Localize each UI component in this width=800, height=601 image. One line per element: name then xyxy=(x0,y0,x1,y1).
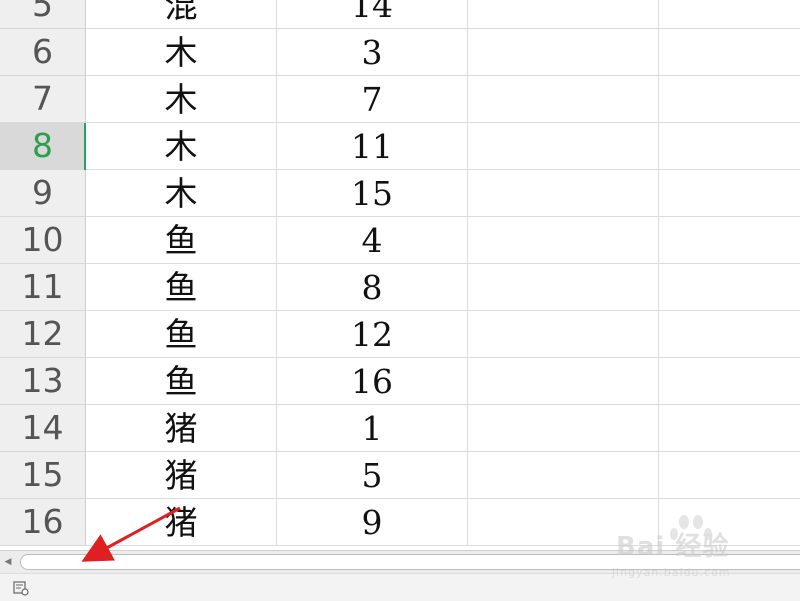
cell-col-a[interactable]: 猪 xyxy=(86,405,277,452)
cell-col-b[interactable]: 4 xyxy=(277,217,468,264)
cell-col-a[interactable]: 鱼 xyxy=(86,358,277,405)
table-row: 10 鱼 4 xyxy=(0,217,800,264)
spreadsheet-grid: 5 混 14 6 木 3 7 木 7 8 木 11 9 木 15 10 鱼 4 11 鱼 8 12 鱼 12 13 鱼 16 14 猪 1… xyxy=(0,0,800,550)
row-header[interactable]: 12 xyxy=(0,311,86,358)
row-header[interactable]: 8 xyxy=(0,123,86,170)
cell-col-a[interactable]: 猪 xyxy=(86,452,277,499)
cell-col-d[interactable] xyxy=(659,358,800,405)
row-header[interactable]: 14 xyxy=(0,405,86,452)
cell-col-c[interactable] xyxy=(468,217,659,264)
row-header[interactable]: 11 xyxy=(0,264,86,311)
watermark-url: jingyan.baidu.com xyxy=(612,566,731,579)
row-header[interactable]: 16 xyxy=(0,499,86,546)
table-row: 11 鱼 8 xyxy=(0,264,800,311)
table-row: 6木3 xyxy=(0,29,800,76)
cell-col-d[interactable] xyxy=(659,0,800,29)
table-row: 15 猪 5 xyxy=(0,452,800,499)
cell-col-a[interactable]: 木 xyxy=(86,123,277,170)
cell-col-d[interactable] xyxy=(659,217,800,264)
row-header[interactable]: 13 xyxy=(0,358,86,405)
cell-col-a[interactable]: 混 xyxy=(86,0,277,29)
table-row: 7木7 xyxy=(0,76,800,123)
cell-col-c[interactable] xyxy=(468,452,659,499)
scroll-left-arrow-icon[interactable]: ◀ xyxy=(2,555,14,569)
cell-col-d[interactable] xyxy=(659,170,800,217)
row-header[interactable]: 15 xyxy=(0,452,86,499)
cell-col-d[interactable] xyxy=(659,76,800,123)
table-row: 9 木 15 xyxy=(0,170,800,217)
cell-col-b[interactable]: 14 xyxy=(277,0,468,29)
cell-col-c[interactable] xyxy=(468,405,659,452)
cell-col-a[interactable]: 鱼 xyxy=(86,264,277,311)
macro-record-icon[interactable] xyxy=(12,579,30,597)
baidu-jingyan-watermark: Bai 经验 jingyan.baidu.com xyxy=(612,512,792,584)
cell-col-d[interactable] xyxy=(659,264,800,311)
cell-col-a[interactable]: 鱼 xyxy=(86,217,277,264)
cell-col-a[interactable]: 木 xyxy=(86,29,277,76)
cell-col-a[interactable]: 猪 xyxy=(86,499,277,546)
cell-col-d[interactable] xyxy=(659,311,800,358)
table-row: 13 鱼 16 xyxy=(0,358,800,405)
table-row: 8 木 11 xyxy=(0,123,800,170)
row-header[interactable]: 9 xyxy=(0,170,86,217)
cell-col-b[interactable]: 11 xyxy=(277,123,468,170)
cell-col-d[interactable] xyxy=(659,123,800,170)
cell-col-b[interactable]: 3 xyxy=(277,29,468,76)
table-row: 5 混 14 xyxy=(0,0,800,29)
cell-col-a[interactable]: 鱼 xyxy=(86,311,277,358)
cell-col-b[interactable]: 9 xyxy=(277,499,468,546)
cell-col-b[interactable]: 16 xyxy=(277,358,468,405)
cell-col-b[interactable]: 5 xyxy=(277,452,468,499)
cell-col-a[interactable]: 木 xyxy=(86,76,277,123)
cell-col-c[interactable] xyxy=(468,76,659,123)
row-header[interactable]: 5 xyxy=(0,0,86,29)
row-header[interactable]: 7 xyxy=(0,76,86,123)
cell-col-c[interactable] xyxy=(468,264,659,311)
cell-col-b[interactable]: 8 xyxy=(277,264,468,311)
cell-col-b[interactable]: 12 xyxy=(277,311,468,358)
cell-col-c[interactable] xyxy=(468,29,659,76)
table-row: 14 猪 1 xyxy=(0,405,800,452)
cell-col-d[interactable] xyxy=(659,452,800,499)
row-header[interactable]: 10 xyxy=(0,217,86,264)
cell-col-c[interactable] xyxy=(468,123,659,170)
cell-col-d[interactable] xyxy=(659,29,800,76)
cell-col-d[interactable] xyxy=(659,405,800,452)
cell-col-b[interactable]: 7 xyxy=(277,76,468,123)
cell-col-c[interactable] xyxy=(468,311,659,358)
cell-col-b[interactable]: 1 xyxy=(277,405,468,452)
row-header[interactable]: 6 xyxy=(0,29,86,76)
cell-col-b[interactable]: 15 xyxy=(277,170,468,217)
table-row: 12 鱼 12 xyxy=(0,311,800,358)
cell-col-c[interactable] xyxy=(468,170,659,217)
cell-col-a[interactable]: 木 xyxy=(86,170,277,217)
watermark-logo-text: Bai 经验 xyxy=(616,532,730,562)
cell-col-c[interactable] xyxy=(468,358,659,405)
cell-col-c[interactable] xyxy=(468,0,659,29)
